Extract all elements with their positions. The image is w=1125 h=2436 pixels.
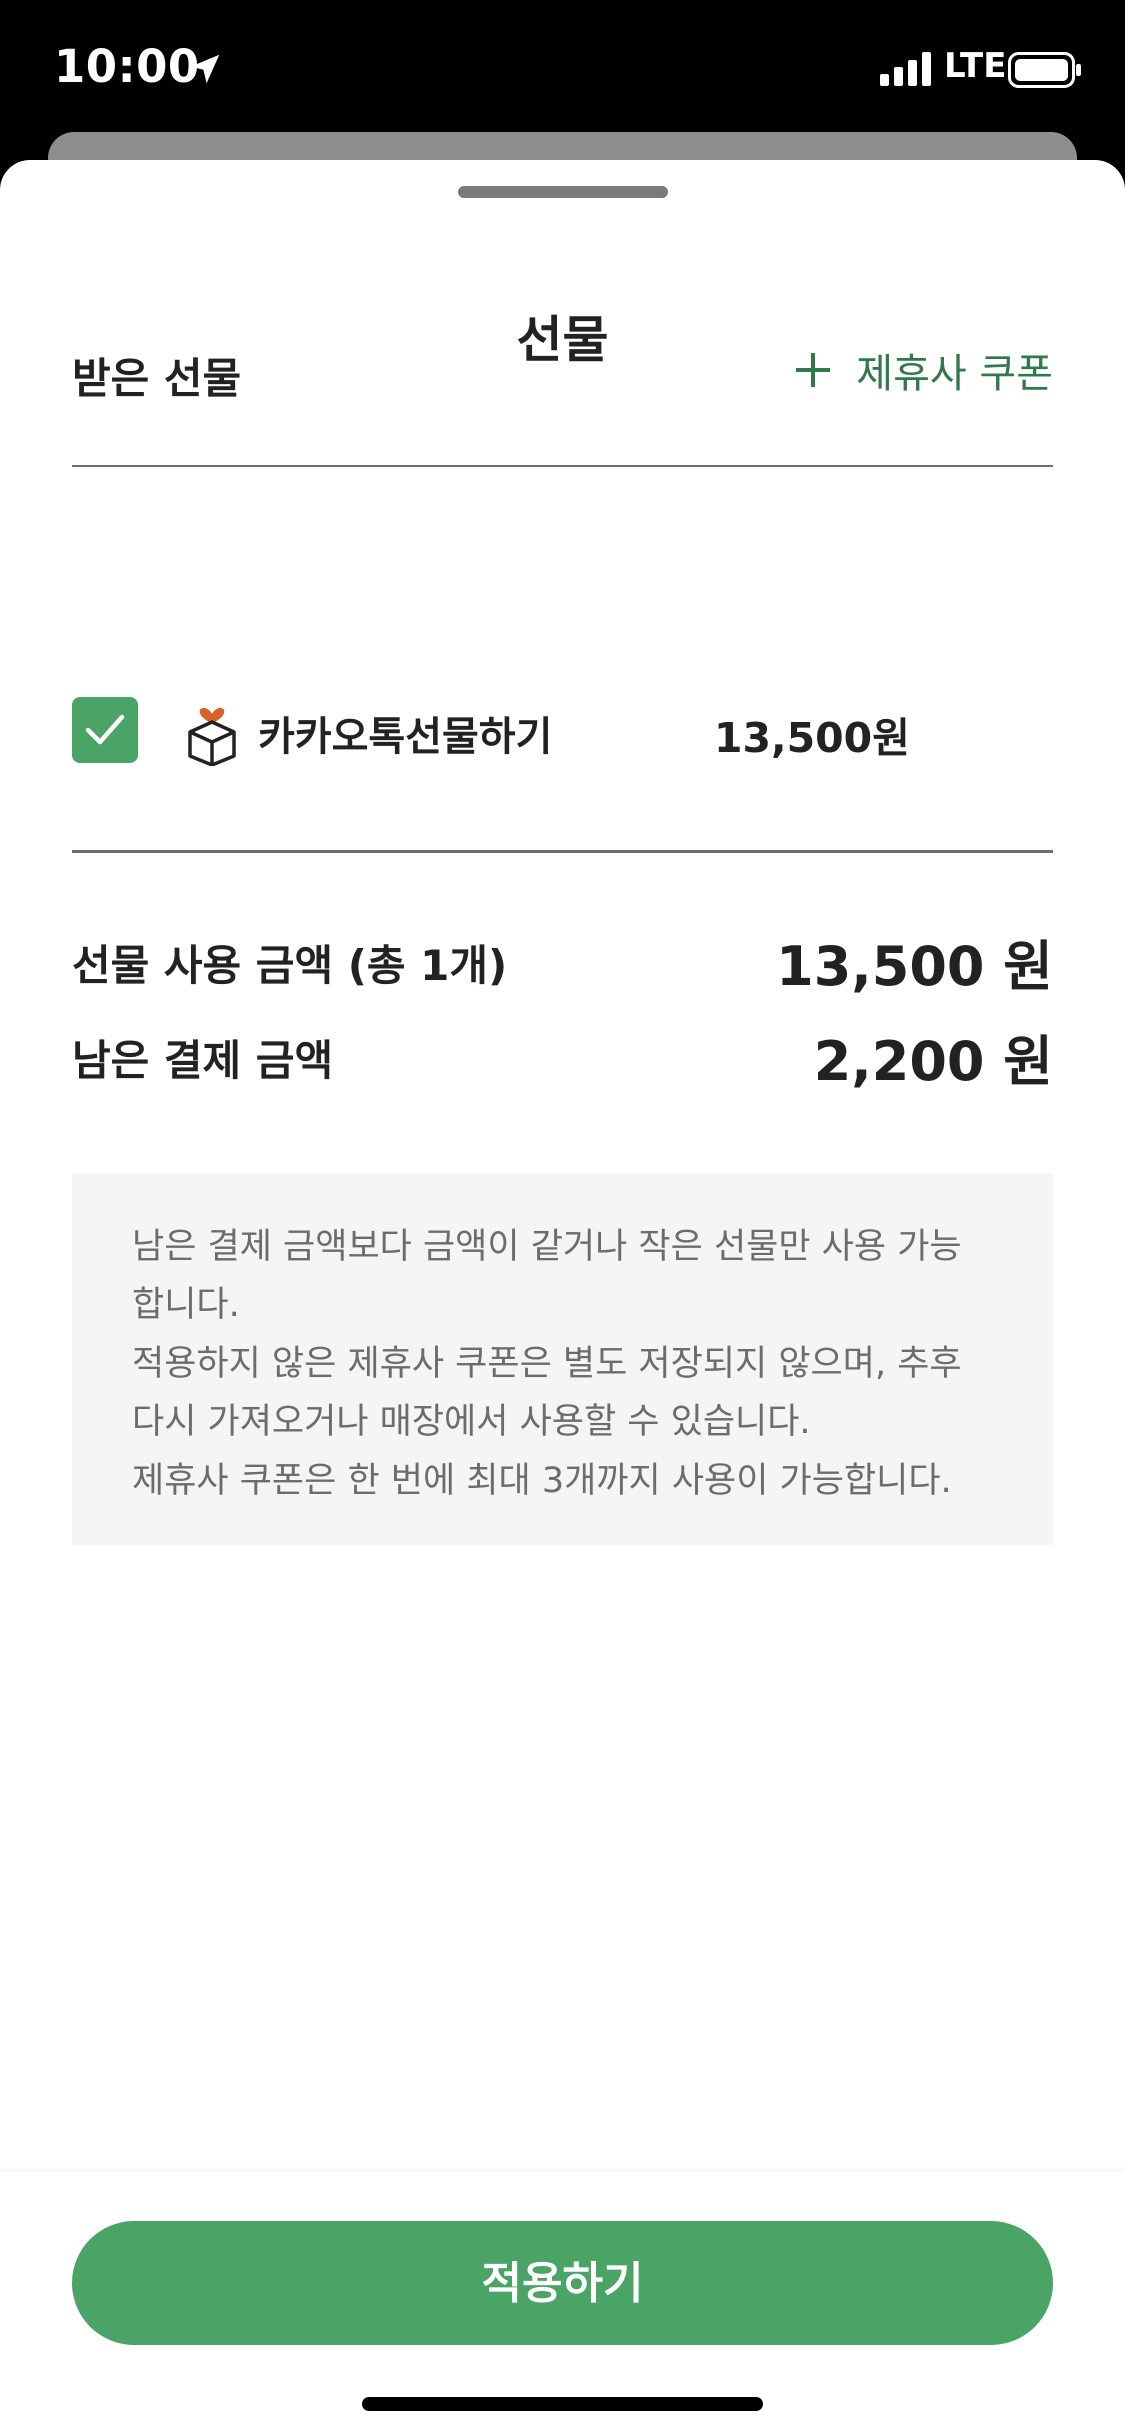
location-arrow-icon: [190, 54, 220, 84]
notice-box: 남은 결제 금액보다 금액이 같거나 작은 선물만 사용 가능 합니다. 적용하…: [72, 1173, 1053, 1545]
apply-button[interactable]: 적용하기: [72, 2221, 1053, 2345]
notice-line: 남은 결제 금액보다 금액이 같거나 작은 선물만 사용 가능: [132, 1227, 962, 1267]
gift-list-item[interactable]: 카카오톡선물하기 13,500원: [72, 610, 1053, 853]
sheet-grabber[interactable]: [458, 186, 668, 198]
battery-icon: [1008, 52, 1081, 88]
received-gifts-header: 받은 선물 제휴사 쿠폰: [72, 345, 1053, 467]
network-label: LTE: [944, 46, 1007, 86]
signal-bars-icon: [880, 52, 931, 86]
plus-icon: [796, 353, 831, 387]
notice-line: 적용하지 않은 제휴사 쿠폰은 별도 저장되지 않으며, 추후: [132, 1344, 962, 1384]
status-time: 10:00: [54, 40, 200, 93]
gift-box-icon: [188, 707, 236, 766]
checkmark-icon: [85, 714, 125, 745]
used-amount-value: 13,500 원: [776, 935, 1053, 998]
section-title: 받은 선물: [72, 354, 242, 403]
notice-line: 제휴사 쿠폰은 한 번에 최대 3개까지 사용이 가능합니다.: [132, 1461, 952, 1501]
add-partner-coupon-button[interactable]: 제휴사 쿠폰: [794, 341, 1053, 399]
remaining-amount-value: 2,200 원: [813, 1030, 1053, 1093]
notice-line: 합니다.: [132, 1285, 240, 1325]
home-indicator: [362, 2397, 763, 2411]
gift-checkbox[interactable]: [72, 697, 138, 763]
gift-amount: 13,500원: [714, 714, 910, 762]
gift-name: 카카오톡선물하기: [258, 714, 553, 760]
add-partner-coupon-label: 제휴사 쿠폰: [856, 351, 1053, 397]
used-amount-label: 선물 사용 금액 (총 1개): [72, 941, 508, 990]
notice-line: 다시 가져오거나 매장에서 사용할 수 있습니다.: [132, 1402, 811, 1442]
remaining-amount-label: 남은 결제 금액: [72, 1036, 334, 1085]
status-bar: 10:00 LTE: [0, 0, 1125, 150]
